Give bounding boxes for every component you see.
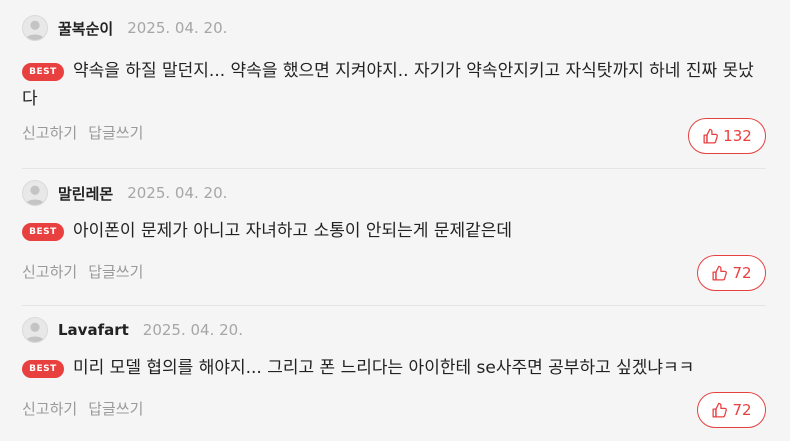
like-button[interactable]: 132 — [688, 118, 766, 154]
user-avatar-icon — [25, 185, 45, 205]
comment-body: BEST 아이폰이 문제가 아니고 자녀하고 소통이 안되는게 문제같은데 — [22, 217, 766, 245]
report-button[interactable]: 신고하기 — [22, 398, 77, 419]
comment-header: Lavafart 2025. 04. 20. — [22, 317, 243, 343]
thumbs-up-icon — [712, 265, 728, 281]
comment-actions: 신고하기 답글쓰기 — [22, 398, 143, 419]
best-badge: BEST — [22, 223, 64, 241]
report-button[interactable]: 신고하기 — [22, 122, 77, 143]
reply-button[interactable]: 답글쓰기 — [88, 261, 143, 282]
avatar[interactable] — [22, 15, 48, 41]
thumbs-up-icon — [703, 128, 719, 144]
comment-body: BEST 약속을 하질 말던지... 약속을 했으면 지켜야지.. 자기가 약속안… — [22, 57, 766, 113]
user-avatar-icon — [25, 322, 45, 342]
comment-text: 미리 모델 협의를 해야지... 그리고 폰 느리다는 아이한테 se사주면 공… — [73, 358, 695, 378]
comment-list: 꿀복순이 2025. 04. 20. BEST 약속을 하질 말던지... 약속을… — [0, 0, 790, 441]
like-count: 72 — [732, 264, 752, 282]
comment-header: 꿀복순이 2025. 04. 20. — [22, 15, 227, 41]
comment-actions: 신고하기 답글쓰기 — [22, 122, 143, 143]
avatar[interactable] — [22, 180, 48, 206]
like-count: 132 — [723, 127, 752, 145]
reply-button[interactable]: 답글쓰기 — [88, 122, 143, 143]
user-avatar-icon — [25, 20, 45, 40]
like-button[interactable]: 72 — [697, 392, 766, 428]
like-button[interactable]: 72 — [697, 255, 766, 291]
comment-body: BEST 미리 모델 협의를 해야지... 그리고 폰 느리다는 아이한테 se사… — [22, 354, 766, 382]
comment-header: 말린레몬 2025. 04. 20. — [22, 180, 227, 206]
report-button[interactable]: 신고하기 — [22, 261, 77, 282]
comment-text: 약속을 하질 말던지... 약속을 했으면 지켜야지.. 자기가 약속안지키고 … — [22, 61, 754, 109]
comment-date: 2025. 04. 20. — [127, 184, 228, 202]
avatar[interactable] — [22, 317, 48, 343]
comment-text: 아이폰이 문제가 아니고 자녀하고 소통이 안되는게 문제같은데 — [73, 221, 513, 241]
thumbs-up-icon — [712, 402, 728, 418]
comment-nickname[interactable]: Lavafart — [58, 321, 129, 339]
comment-nickname[interactable]: 꿀복순이 — [58, 18, 113, 39]
best-badge: BEST — [22, 360, 64, 378]
like-count: 72 — [732, 401, 752, 419]
best-badge: BEST — [22, 63, 64, 81]
comment-date: 2025. 04. 20. — [127, 19, 228, 37]
comment-date: 2025. 04. 20. — [142, 321, 243, 339]
comment-nickname[interactable]: 말린레몬 — [58, 183, 113, 204]
comment-actions: 신고하기 답글쓰기 — [22, 261, 143, 282]
reply-button[interactable]: 답글쓰기 — [88, 398, 143, 419]
